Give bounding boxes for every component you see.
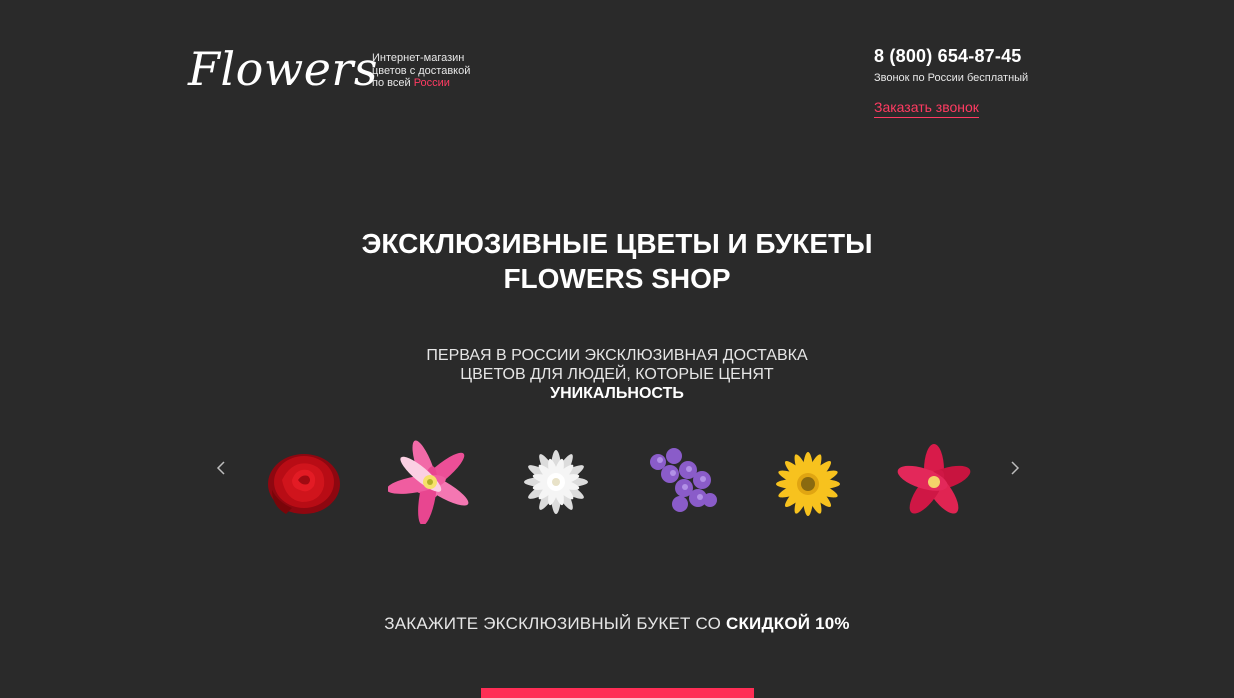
flower-carousel	[200, 436, 1034, 528]
tagline-line-1: Интернет-магазин	[372, 52, 465, 64]
offer-text: ЗАКАЖИТЕ ЭКСКЛЮЗИВНЫЙ БУКЕТ СО	[384, 614, 722, 633]
subtitle-highlight: УНИКАЛЬНОСТЬ	[550, 385, 684, 402]
hero-title: ЭКСКЛЮЗИВНЫЕ ЦВЕТЫ И БУКЕТЫ FLOWERS SHOP	[0, 226, 1234, 296]
tagline-accent: России	[413, 77, 450, 89]
hero-subtitle: ПЕРВАЯ В РОССИИ ЭКСКЛЮЗИВНАЯ ДОСТАВКА ЦВ…	[0, 346, 1234, 403]
chevron-right-icon[interactable]	[1004, 458, 1024, 478]
tagline-line-3: по всей России	[372, 77, 512, 90]
offer-highlight: СКИДКОЙ 10%	[725, 614, 850, 633]
flower-pink-lily[interactable]	[388, 440, 472, 524]
hero-title-line-2: FLOWERS SHOP	[503, 263, 731, 294]
callback-link[interactable]: Заказать звонок	[874, 98, 979, 118]
discount-offer: ЗАКАЖИТЕ ЭКСКЛЮЗИВНЫЙ БУКЕТ СО СКИДКОЙ 1…	[0, 613, 1234, 635]
flower-yellow-gerbera[interactable]	[766, 440, 850, 524]
flower-red-rose[interactable]	[262, 440, 346, 524]
subtitle-line-2-prefix: ЦВЕТОВ ДЛЯ ЛЮДЕЙ, КОТОРЫЕ ЦЕНЯТ	[460, 366, 774, 383]
logo[interactable]: Flowers	[188, 42, 378, 96]
landing-page: Flowers Интернет-магазин цветов с достав…	[0, 0, 1234, 698]
phone-number[interactable]: 8 (800) 654-87-45	[874, 44, 1028, 68]
flower-purple-lilac[interactable]	[640, 440, 724, 524]
tagline-line-2: цветов с доставкой	[372, 64, 471, 77]
flower-red-alstroemeria[interactable]	[892, 440, 976, 524]
subtitle-line-2: ЦВЕТОВ ДЛЯ ЛЮДЕЙ, КОТОРЫЕ ЦЕНЯТ УНИКАЛЬН…	[0, 365, 1234, 403]
hero-title-line-1: ЭКСКЛЮЗИВНЫЕ ЦВЕТЫ И БУКЕТЫ	[361, 228, 873, 259]
order-button[interactable]	[481, 688, 754, 698]
tagline: Интернет-магазин цветов с доставкой по в…	[372, 52, 512, 90]
subtitle-line-1: ПЕРВАЯ В РОССИИ ЭКСКЛЮЗИВНАЯ ДОСТАВКА	[426, 347, 808, 364]
flower-white-dahlia[interactable]	[514, 440, 598, 524]
chevron-left-icon[interactable]	[212, 458, 232, 478]
phone-note: Звонок по России бесплатный	[874, 72, 1029, 84]
contacts-block: 8 (800) 654-87-45 Звонок по России беспл…	[874, 44, 1028, 118]
tagline-line-3-prefix: по всей	[372, 77, 411, 89]
